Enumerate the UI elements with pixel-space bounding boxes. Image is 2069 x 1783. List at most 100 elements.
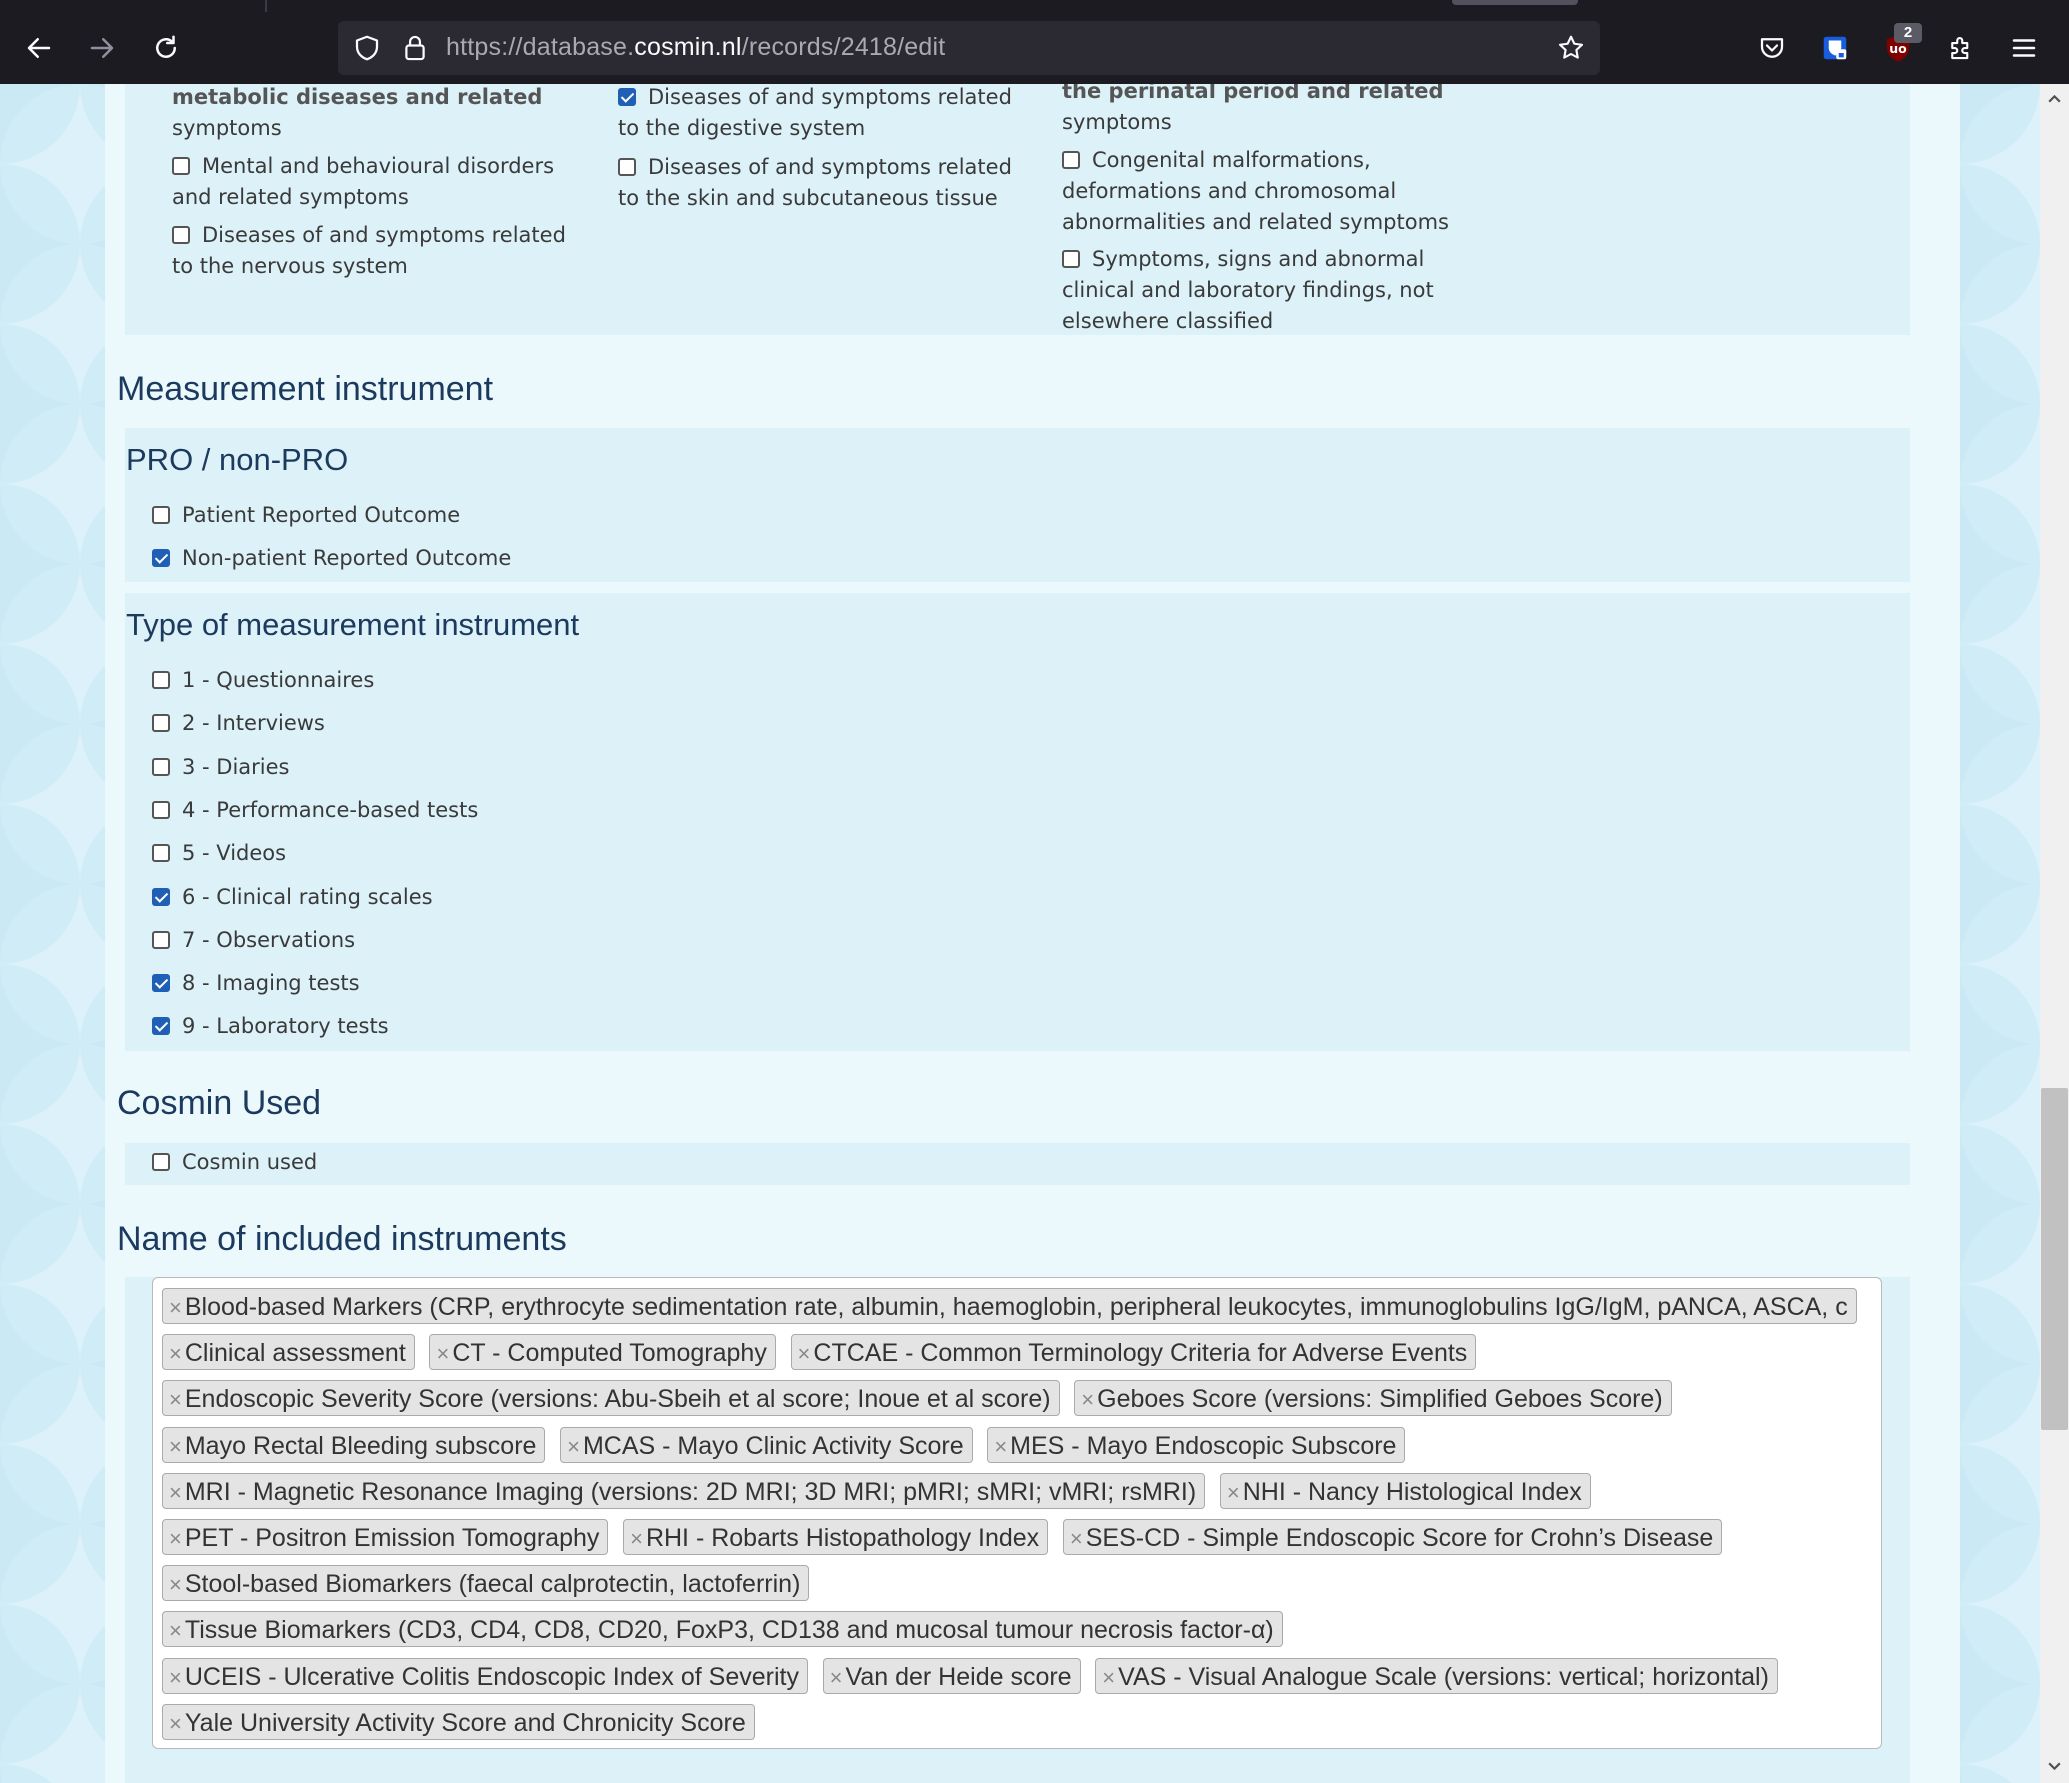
type-checkbox[interactable] <box>152 800 170 819</box>
lock-icon[interactable] <box>400 32 430 64</box>
pro-checkbox-checked[interactable] <box>152 549 170 567</box>
tag-label: VAS - Visual Analogue Scale (versions: v… <box>1118 1662 1769 1691</box>
instrument-tag[interactable]: × Yale University Activity Score and Chro… <box>162 1703 755 1740</box>
instrument-tag[interactable]: × Mayo Rectal Bleeding subscore <box>162 1426 546 1463</box>
reload-button[interactable] <box>144 26 188 70</box>
page-scrollbar[interactable] <box>2040 84 2069 1783</box>
icd-option-label: Mental and behavioural disorders and rela… <box>172 154 555 209</box>
instrument-tag[interactable]: × NHI - Nancy Histological Index <box>1219 1472 1591 1509</box>
tag-remove-icon[interactable]: × <box>169 1618 182 1643</box>
instrument-tag[interactable]: × CT - Computed Tomography <box>429 1334 776 1371</box>
tag-remove-icon[interactable]: × <box>567 1434 580 1459</box>
cosmin-checkbox[interactable] <box>152 1153 170 1171</box>
icd-option-symptoms-signs[interactable]: Symptoms, signs and abnormal clinical and… <box>1062 244 1482 337</box>
tag-label: NHI - Nancy Histological Index <box>1242 1477 1582 1506</box>
instrument-tag[interactable]: × Stool-based Biomarkers (faecal calprote… <box>162 1565 810 1602</box>
instrument-tag[interactable]: × MCAS - Mayo Clinic Activity Score <box>560 1426 973 1463</box>
tag-remove-icon[interactable]: × <box>169 1572 182 1597</box>
bookmark-star-icon[interactable] <box>1556 33 1586 63</box>
menu-button[interactable] <box>2004 28 2044 68</box>
option-instrument-type[interactable]: 8 - Imaging tests <box>152 968 360 999</box>
tag-remove-icon[interactable]: × <box>798 1341 811 1366</box>
tag-remove-icon[interactable]: × <box>436 1341 449 1366</box>
scroll-up-icon[interactable] <box>2046 90 2063 107</box>
option-non-patient-reported-outcome[interactable]: Non-patient Reported Outcome <box>152 543 511 574</box>
icd-checkbox[interactable] <box>172 226 190 244</box>
tag-remove-icon[interactable]: × <box>994 1434 1007 1459</box>
icd-option-mental[interactable]: Mental and behavioural disorders and rela… <box>172 151 592 213</box>
tab-indicator[interactable] <box>1452 0 1578 5</box>
scrollbar-thumb[interactable] <box>2041 1088 2068 1430</box>
icd-checkbox-checked[interactable] <box>618 88 636 106</box>
tag-remove-icon[interactable]: × <box>169 1665 182 1690</box>
instrument-tag[interactable]: × Tissue Biomarkers (CD3, CD4, CD8, CD20,… <box>162 1611 1283 1648</box>
option-instrument-type[interactable]: 2 - Interviews <box>152 708 325 739</box>
tag-remove-icon[interactable]: × <box>830 1665 843 1690</box>
option-instrument-type[interactable]: 3 - Diaries <box>152 752 290 783</box>
type-checkbox[interactable] <box>152 714 170 733</box>
icd-checkbox[interactable] <box>1062 250 1080 268</box>
tag-remove-icon[interactable]: × <box>1070 1526 1083 1551</box>
instrument-tag[interactable]: × Van der Heide score <box>822 1657 1081 1694</box>
instrument-tag[interactable]: × UCEIS - Ulcerative Colitis Endoscopic I… <box>162 1657 808 1694</box>
option-instrument-type[interactable]: 1 - Questionnaires <box>152 665 374 696</box>
tag-remove-icon[interactable]: × <box>169 1295 182 1320</box>
tag-remove-icon[interactable]: × <box>1102 1665 1115 1690</box>
pro-checkbox[interactable] <box>152 506 170 524</box>
instrument-tag[interactable]: × MES - Mayo Endoscopic Subscore <box>987 1426 1406 1463</box>
icd-checkbox[interactable] <box>172 157 190 175</box>
url-text[interactable]: https://database.cosmin.nl/records/2418/… <box>446 33 945 62</box>
type-checkbox[interactable] <box>152 930 170 949</box>
type-checkbox[interactable] <box>152 671 170 689</box>
extensions-button[interactable] <box>1941 28 1981 68</box>
extension-bitwarden-button[interactable] <box>1815 28 1855 68</box>
option-instrument-type[interactable]: 4 - Performance-based tests <box>152 795 478 826</box>
url-bar[interactable]: https://database.cosmin.nl/records/2418/… <box>338 21 1600 75</box>
instrument-tag[interactable]: × PET - Positron Emission Tomography <box>162 1519 609 1555</box>
pocket-button[interactable] <box>1752 28 1792 68</box>
icd-option-congenital[interactable]: Congenital malformations, deformations an… <box>1062 145 1482 238</box>
type-checkbox[interactable] <box>152 844 170 863</box>
tag-remove-icon[interactable]: × <box>1227 1480 1240 1505</box>
tag-remove-icon[interactable]: × <box>169 1711 182 1736</box>
instrument-tag[interactable]: × Clinical assessment <box>162 1334 415 1371</box>
shield-icon[interactable] <box>352 33 382 63</box>
type-checkbox[interactable] <box>152 757 170 776</box>
icd-option-metabolic[interactable]: metabolic diseases and related symptoms <box>172 84 592 144</box>
tag-remove-icon[interactable]: × <box>1081 1387 1094 1412</box>
hamburger-icon <box>2012 39 2036 57</box>
type-checkbox-checked[interactable] <box>152 974 170 993</box>
forward-button[interactable] <box>80 26 124 70</box>
option-instrument-type[interactable]: 7 - Observations <box>152 925 355 956</box>
instrument-tag[interactable]: × SES-CD - Simple Endoscopic Score for Cr… <box>1062 1519 1723 1555</box>
icd-option-skin[interactable]: Diseases of and symptoms related to the s… <box>618 152 1038 214</box>
option-instrument-type[interactable]: 5 - Videos <box>152 838 286 869</box>
included-instruments-multiselect[interactable]: × Blood-based Markers (CRP, erythrocyte s… <box>152 1277 1882 1749</box>
option-instrument-type[interactable]: 9 - Laboratory tests <box>152 1011 389 1042</box>
option-instrument-type[interactable]: 6 - Clinical rating scales <box>152 882 433 913</box>
icd-checkbox[interactable] <box>1062 151 1080 169</box>
instrument-tag[interactable]: × CTCAE - Common Terminology Criteria for… <box>790 1334 1477 1371</box>
back-button[interactable] <box>17 26 61 70</box>
type-checkbox-checked[interactable] <box>152 1017 170 1036</box>
instrument-tag[interactable]: × Blood-based Markers (CRP, erythrocyte s… <box>162 1288 1857 1324</box>
option-patient-reported-outcome[interactable]: Patient Reported Outcome <box>152 500 460 531</box>
tag-remove-icon[interactable]: × <box>169 1526 182 1551</box>
instrument-tag[interactable]: × Endoscopic Severity Score (versions: Ab… <box>162 1380 1060 1417</box>
icd-option-perinatal[interactable]: the perinatal period and related symptoms <box>1062 84 1482 138</box>
icd-checkbox[interactable] <box>618 158 636 176</box>
instrument-tag[interactable]: × MRI - Magnetic Resonance Imaging (versi… <box>162 1472 1206 1509</box>
instrument-tag[interactable]: × Geboes Score (versions: Simplified Gebo… <box>1074 1380 1672 1417</box>
tag-remove-icon[interactable]: × <box>169 1480 182 1505</box>
icd-option-nervous[interactable]: Diseases of and symptoms related to the n… <box>172 220 592 282</box>
scroll-down-icon[interactable] <box>2046 1758 2063 1775</box>
instrument-tag[interactable]: × RHI - Robarts Histopathology Index <box>623 1519 1049 1555</box>
tag-remove-icon[interactable]: × <box>169 1434 182 1459</box>
tag-remove-icon[interactable]: × <box>630 1526 643 1551</box>
tag-remove-icon[interactable]: × <box>169 1341 182 1366</box>
instrument-tag[interactable]: × VAS - Visual Analogue Scale (versions: … <box>1095 1657 1778 1694</box>
tag-remove-icon[interactable]: × <box>169 1387 182 1412</box>
icd-option-digestive[interactable]: Diseases of and symptoms related to the d… <box>618 84 1038 144</box>
option-cosmin-used[interactable]: Cosmin used <box>152 1147 317 1178</box>
type-checkbox-checked[interactable] <box>152 887 170 906</box>
